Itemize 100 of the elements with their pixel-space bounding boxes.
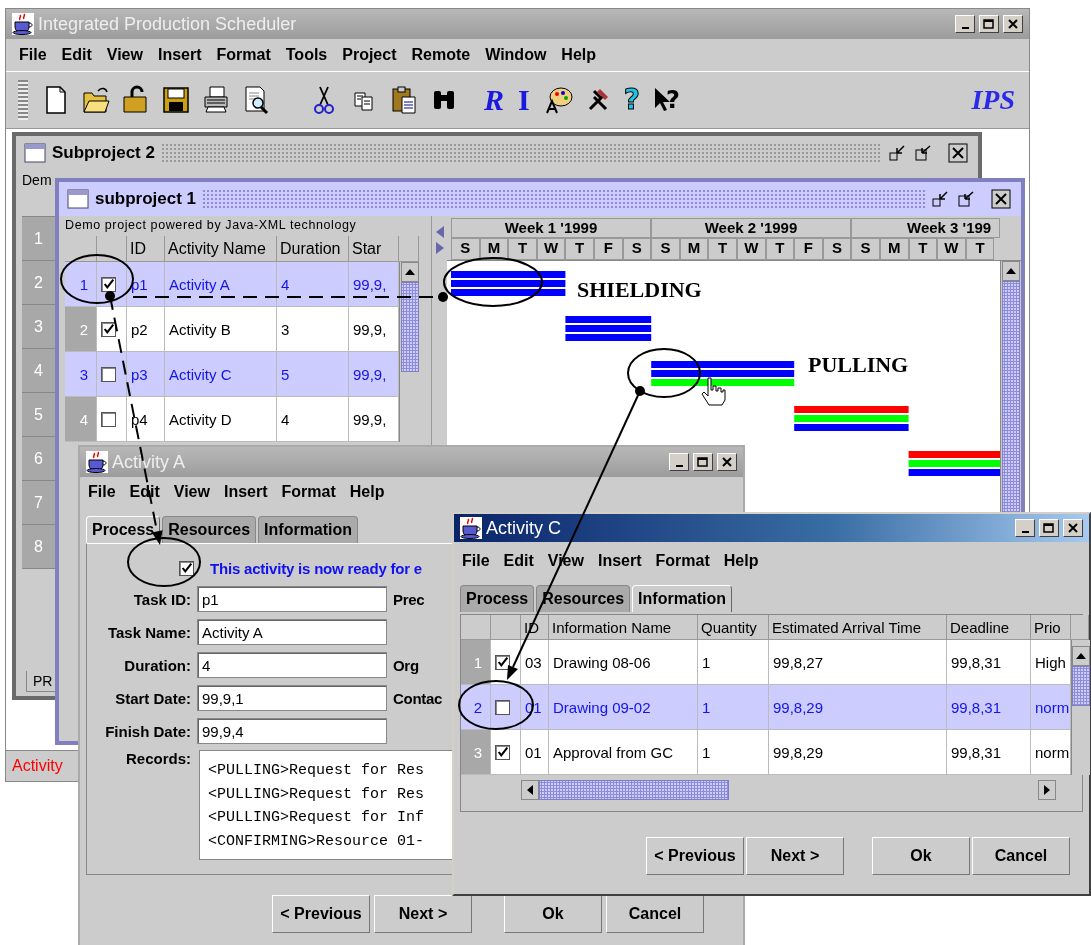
- row-number: 2: [22, 261, 55, 305]
- checkbox[interactable]: [495, 699, 510, 715]
- paste-icon[interactable]: [390, 85, 418, 115]
- day-header: T: [508, 238, 537, 260]
- column-header[interactable]: Star: [349, 236, 399, 262]
- column-header[interactable]: Information Name: [549, 615, 698, 640]
- close-button[interactable]: [948, 143, 970, 163]
- menu-item[interactable]: Window: [480, 46, 557, 64]
- menu-item[interactable]: Insert: [221, 483, 280, 501]
- close-icon: [722, 457, 732, 467]
- scrollbar[interactable]: [399, 262, 419, 442]
- menu-item[interactable]: Insert: [152, 46, 212, 64]
- minimize-button[interactable]: [669, 453, 689, 471]
- menu-item[interactable]: Help: [721, 552, 771, 570]
- context-help-button[interactable]: ?: [665, 88, 680, 112]
- toolbar-button[interactable]: I: [518, 85, 530, 115]
- column-header[interactable]: ID: [127, 236, 165, 262]
- input-field[interactable]: Activity A: [197, 619, 387, 645]
- checkbox[interactable]: [101, 276, 116, 292]
- column-header[interactable]: Prio: [1031, 615, 1071, 640]
- iconify-button[interactable]: [931, 189, 951, 209]
- menu-item[interactable]: Help: [347, 483, 397, 501]
- tab[interactable]: Process: [86, 516, 161, 543]
- table-cell: 99,8,31: [947, 640, 1031, 685]
- column-header[interactable]: Estimated Arrival Time: [769, 615, 947, 640]
- menu-item[interactable]: Format: [653, 552, 722, 570]
- close-button[interactable]: [717, 453, 737, 471]
- maximize-button[interactable]: [979, 15, 999, 33]
- menu-item[interactable]: Format: [211, 46, 281, 64]
- table-cell: Drawing 09-02: [549, 685, 698, 730]
- field-label: Duration:: [123, 656, 191, 674]
- iconify-button[interactable]: [888, 143, 908, 163]
- dialog-button[interactable]: < Previous: [272, 895, 370, 933]
- toolbar-grip[interactable]: [18, 80, 28, 120]
- table-cell: High: [1031, 640, 1071, 685]
- menu-item[interactable]: File: [460, 552, 502, 570]
- column-header[interactable]: Quantity: [698, 615, 769, 640]
- checkbox[interactable]: [101, 321, 116, 337]
- dialog-button[interactable]: Ok: [872, 837, 970, 875]
- scroll-up-icon[interactable]: [1006, 268, 1016, 274]
- menu-item[interactable]: Insert: [595, 552, 654, 570]
- menu-item[interactable]: Remote: [406, 46, 481, 64]
- dialog-button[interactable]: Next >: [746, 837, 844, 875]
- menu-item[interactable]: Edit: [56, 46, 102, 64]
- collapse-right-icon[interactable]: [435, 242, 444, 254]
- menu-item[interactable]: Tools: [280, 46, 338, 64]
- input-field[interactable]: 99,9,4: [197, 718, 387, 744]
- dialog-button[interactable]: Cancel: [606, 895, 704, 933]
- dialog-button[interactable]: < Previous: [646, 837, 744, 875]
- dialog-button[interactable]: Next >: [374, 895, 472, 933]
- menu-item[interactable]: Edit: [127, 483, 172, 501]
- checkbox[interactable]: [179, 560, 194, 576]
- scrollbar[interactable]: [1071, 640, 1090, 775]
- menu-item[interactable]: View: [171, 483, 222, 501]
- scroll-thumb[interactable]: [1072, 666, 1090, 706]
- column-header[interactable]: Duration: [277, 236, 349, 262]
- frame-icon: [67, 189, 89, 209]
- column-header[interactable]: Deadline: [947, 615, 1031, 640]
- palette-icon[interactable]: [543, 85, 574, 115]
- menu-item[interactable]: Help: [556, 46, 607, 64]
- print-icon[interactable]: [202, 85, 230, 115]
- save-icon[interactable]: [162, 85, 190, 115]
- close-button[interactable]: [991, 189, 1013, 209]
- input-field[interactable]: 4: [197, 652, 387, 678]
- checkbox[interactable]: [101, 411, 116, 427]
- checkbox[interactable]: [101, 366, 116, 382]
- menu-item[interactable]: Format: [279, 483, 348, 501]
- minimize-button[interactable]: [1015, 519, 1035, 537]
- open-folder-icon[interactable]: [82, 85, 110, 115]
- tab[interactable]: Information: [258, 516, 359, 543]
- menu-item[interactable]: Project: [337, 46, 407, 64]
- preview-icon[interactable]: [242, 85, 270, 115]
- tab[interactable]: Resources: [162, 516, 257, 543]
- scroll-up-icon[interactable]: [1076, 653, 1086, 659]
- column-header[interactable]: Activity Name: [165, 236, 277, 262]
- scroll-right-icon[interactable]: [1044, 785, 1050, 795]
- toolbar-button[interactable]: R: [484, 85, 504, 115]
- maximize-button[interactable]: [1039, 519, 1059, 537]
- dialog-button[interactable]: Ok: [504, 895, 602, 933]
- tab[interactable]: Information: [632, 585, 733, 612]
- input-field[interactable]: p1: [197, 586, 387, 612]
- collapse-left-icon[interactable]: [435, 226, 444, 238]
- input-field[interactable]: 99,9,1: [197, 685, 387, 711]
- menu-item[interactable]: File: [86, 483, 128, 501]
- menu-item[interactable]: Edit: [501, 552, 546, 570]
- minimize-button[interactable]: [955, 15, 975, 33]
- menu-item[interactable]: File: [14, 46, 57, 64]
- close-button[interactable]: [1063, 519, 1083, 537]
- scroll-up-icon[interactable]: [404, 269, 415, 275]
- tab[interactable]: Process: [460, 585, 535, 612]
- dialog-button[interactable]: Cancel: [972, 837, 1070, 875]
- close-button[interactable]: [1003, 15, 1023, 33]
- menu-item[interactable]: View: [101, 46, 153, 64]
- scroll-thumb[interactable]: [400, 282, 419, 372]
- table-cell: 99,8,31: [947, 730, 1031, 775]
- scroll-thumb[interactable]: [539, 780, 729, 800]
- scroll-left-icon[interactable]: [527, 785, 533, 795]
- maximize-button[interactable]: [693, 453, 713, 471]
- checkbox[interactable]: [495, 744, 510, 760]
- checkbox[interactable]: [495, 654, 510, 670]
